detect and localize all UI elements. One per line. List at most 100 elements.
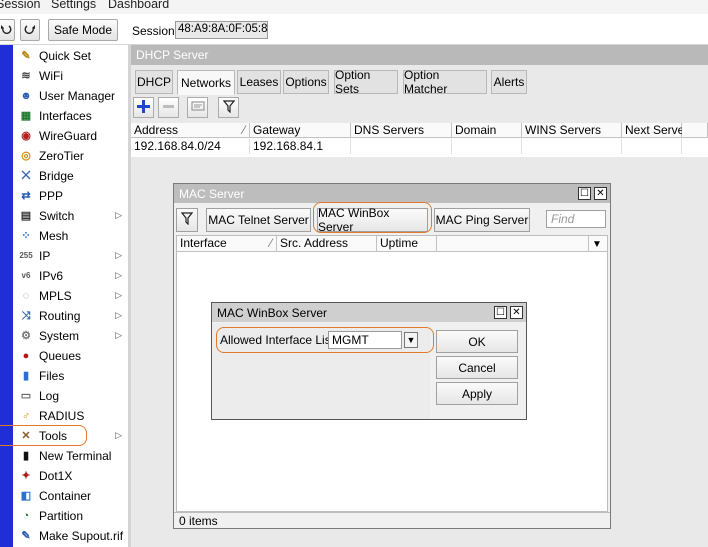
col-wins-servers[interactable]: WINS Servers xyxy=(522,123,622,138)
cancel-button[interactable]: Cancel xyxy=(436,356,518,379)
ok-button[interactable]: OK xyxy=(436,330,518,353)
sidebar-item-wireguard[interactable]: ◉ WireGuard xyxy=(13,126,128,146)
plus-icon xyxy=(137,99,150,116)
submenu-arrow-icon: ▷ xyxy=(115,430,122,440)
sidebar-item-system[interactable]: ⚙ System ▷ xyxy=(13,326,128,346)
close-button[interactable]: ✕ xyxy=(594,187,607,200)
col-gateway[interactable]: Gateway xyxy=(250,123,351,138)
sidebar-item-container[interactable]: ◧ Container xyxy=(13,486,128,506)
find-input[interactable]: Find xyxy=(546,210,606,228)
col-uptime[interactable]: Uptime xyxy=(377,236,437,252)
col-empty xyxy=(437,236,589,252)
maximize-icon: ☐ xyxy=(580,188,589,199)
dialog-title: MAC WinBox Server xyxy=(212,303,526,322)
col-interface[interactable]: Interface ⁄ xyxy=(177,236,277,252)
tab-options[interactable]: Options xyxy=(283,70,329,94)
add-button[interactable] xyxy=(133,97,154,118)
col-dns-servers[interactable]: DNS Servers xyxy=(351,123,452,138)
sidebar-item-interfaces[interactable]: ▦ Interfaces xyxy=(13,106,128,126)
sidebar-item-label: System xyxy=(39,329,80,343)
tab-networks[interactable]: Networks xyxy=(177,70,235,95)
col-domain[interactable]: Domain xyxy=(452,123,522,138)
sidebar-item-routing[interactable]: ⤨ Routing ▷ xyxy=(13,306,128,326)
sidebar-item-zerotier[interactable]: ◎ ZeroTier xyxy=(13,146,128,166)
sidebar-item-label: Interfaces xyxy=(39,109,92,123)
maximize-icon: ☐ xyxy=(496,307,505,318)
sidebar-item-dot1x[interactable]: ✦ Dot1X xyxy=(13,466,128,486)
ppp-icon: ⇄ xyxy=(21,189,31,202)
sidebar-item-user-manager[interactable]: ☻ User Manager xyxy=(13,86,128,106)
sidebar-item-label: PPP xyxy=(39,189,64,203)
sidebar-item-label: New Terminal xyxy=(39,449,112,463)
sidebar-item-queues[interactable]: ● Queues xyxy=(13,346,128,366)
mac-telnet-server-button[interactable]: MAC Telnet Server xyxy=(206,208,311,232)
submenu-arrow-icon: ▷ xyxy=(115,290,122,300)
zerotier-icon: ◎ xyxy=(21,149,31,162)
tools-highlight xyxy=(0,425,87,446)
menu-settings[interactable]: Settings xyxy=(51,0,96,11)
cell-domain xyxy=(452,139,522,154)
users-icon: ☻ xyxy=(20,89,32,102)
sidebar-item-files[interactable]: ▮ Files xyxy=(13,366,128,386)
folder-icon: ▮ xyxy=(22,369,30,382)
col-extra xyxy=(682,123,708,138)
log-icon: ▭ xyxy=(20,389,32,402)
status-bar: 0 items xyxy=(174,512,610,528)
sidebar-item-label: Files xyxy=(39,369,65,383)
sidebar-item-label: WiFi xyxy=(39,69,63,83)
filter-button[interactable] xyxy=(176,208,198,232)
terminal-icon: ▮ xyxy=(22,449,30,462)
tab-option-matcher[interactable]: Option Matcher xyxy=(403,68,487,96)
dialog-maximize-button[interactable]: ☐ xyxy=(494,306,507,319)
tab-alerts[interactable]: Alerts xyxy=(491,70,527,94)
sidebar-item-mesh[interactable]: ⁘ Mesh xyxy=(13,226,128,246)
sidebar-item-label: Dot1X xyxy=(39,469,73,483)
minus-icon xyxy=(162,100,175,116)
sidebar-item-label: Make Supout.rif xyxy=(39,529,124,543)
toolbar: Safe Mode Session: 48:A9:8A:0F:05:85 xyxy=(0,15,708,45)
sidebar-item-ipv6[interactable]: v6 IPv6 ▷ xyxy=(13,266,128,286)
sidebar-item-ppp[interactable]: ⇄ PPP xyxy=(13,186,128,206)
apply-button[interactable]: Apply xyxy=(436,382,518,405)
filter-button[interactable] xyxy=(218,97,239,118)
column-menu-button[interactable]: ▼ xyxy=(589,236,607,252)
dialog-close-button[interactable]: ✕ xyxy=(510,306,523,319)
mpls-icon: ◌ xyxy=(22,289,30,302)
col-src-address[interactable]: Src. Address xyxy=(277,236,377,252)
mesh-icon: ⁘ xyxy=(21,229,31,242)
cell-next-server xyxy=(622,139,682,154)
sidebar-item-mpls[interactable]: ◌ MPLS ▷ xyxy=(13,286,128,306)
sidebar-item-label: Routing xyxy=(39,309,81,323)
close-icon: ✕ xyxy=(512,307,521,318)
sidebar-item-quick-set[interactable]: ✎ Quick Set xyxy=(13,46,128,66)
redo-button[interactable] xyxy=(20,19,40,41)
sidebar-item-log[interactable]: ▭ Log xyxy=(13,386,128,406)
sidebar-item-radius[interactable]: ♂ RADIUS xyxy=(13,406,128,426)
session-value[interactable]: 48:A9:8A:0F:05:85 xyxy=(175,21,268,39)
wireguard-icon: ◉ xyxy=(21,129,31,142)
col-next-server[interactable]: Next Server xyxy=(622,123,688,138)
sidebar-item-partition[interactable]: ◔ Partition xyxy=(13,506,128,526)
bridge-icon: ⨉ xyxy=(21,169,31,182)
menu-session[interactable]: Session xyxy=(0,0,40,11)
col-address[interactable]: Address ⁄ xyxy=(131,123,250,138)
mac-ping-server-button[interactable]: MAC Ping Server xyxy=(434,208,530,232)
sidebar-item-wifi[interactable]: ≋ WiFi xyxy=(13,66,128,86)
undo-button[interactable] xyxy=(0,19,15,41)
comment-button[interactable] xyxy=(187,97,208,118)
sidebar-item-label: Log xyxy=(39,389,60,403)
remove-button[interactable] xyxy=(158,97,179,118)
tab-leases[interactable]: Leases xyxy=(237,70,281,94)
sidebar-item-label: RADIUS xyxy=(39,409,85,423)
sidebar-item-new-terminal[interactable]: ▮ New Terminal xyxy=(13,446,128,466)
safe-mode-button[interactable]: Safe Mode xyxy=(48,19,118,41)
tab-option-sets[interactable]: Option Sets xyxy=(334,68,398,96)
sidebar-item-label: IPv6 xyxy=(39,269,64,283)
sidebar-item-make-supout-rif[interactable]: ✎ Make Supout.rif xyxy=(13,526,128,546)
sidebar-item-switch[interactable]: ▤ Switch ▷ xyxy=(13,206,128,226)
sidebar-item-bridge[interactable]: ⨉ Bridge xyxy=(13,166,128,186)
menu-dashboard[interactable]: Dashboard xyxy=(108,0,169,11)
tab-dhcp[interactable]: DHCP xyxy=(135,70,173,94)
maximize-button[interactable]: ☐ xyxy=(578,187,591,200)
sidebar-item-ip[interactable]: 255 IP ▷ xyxy=(13,246,128,266)
